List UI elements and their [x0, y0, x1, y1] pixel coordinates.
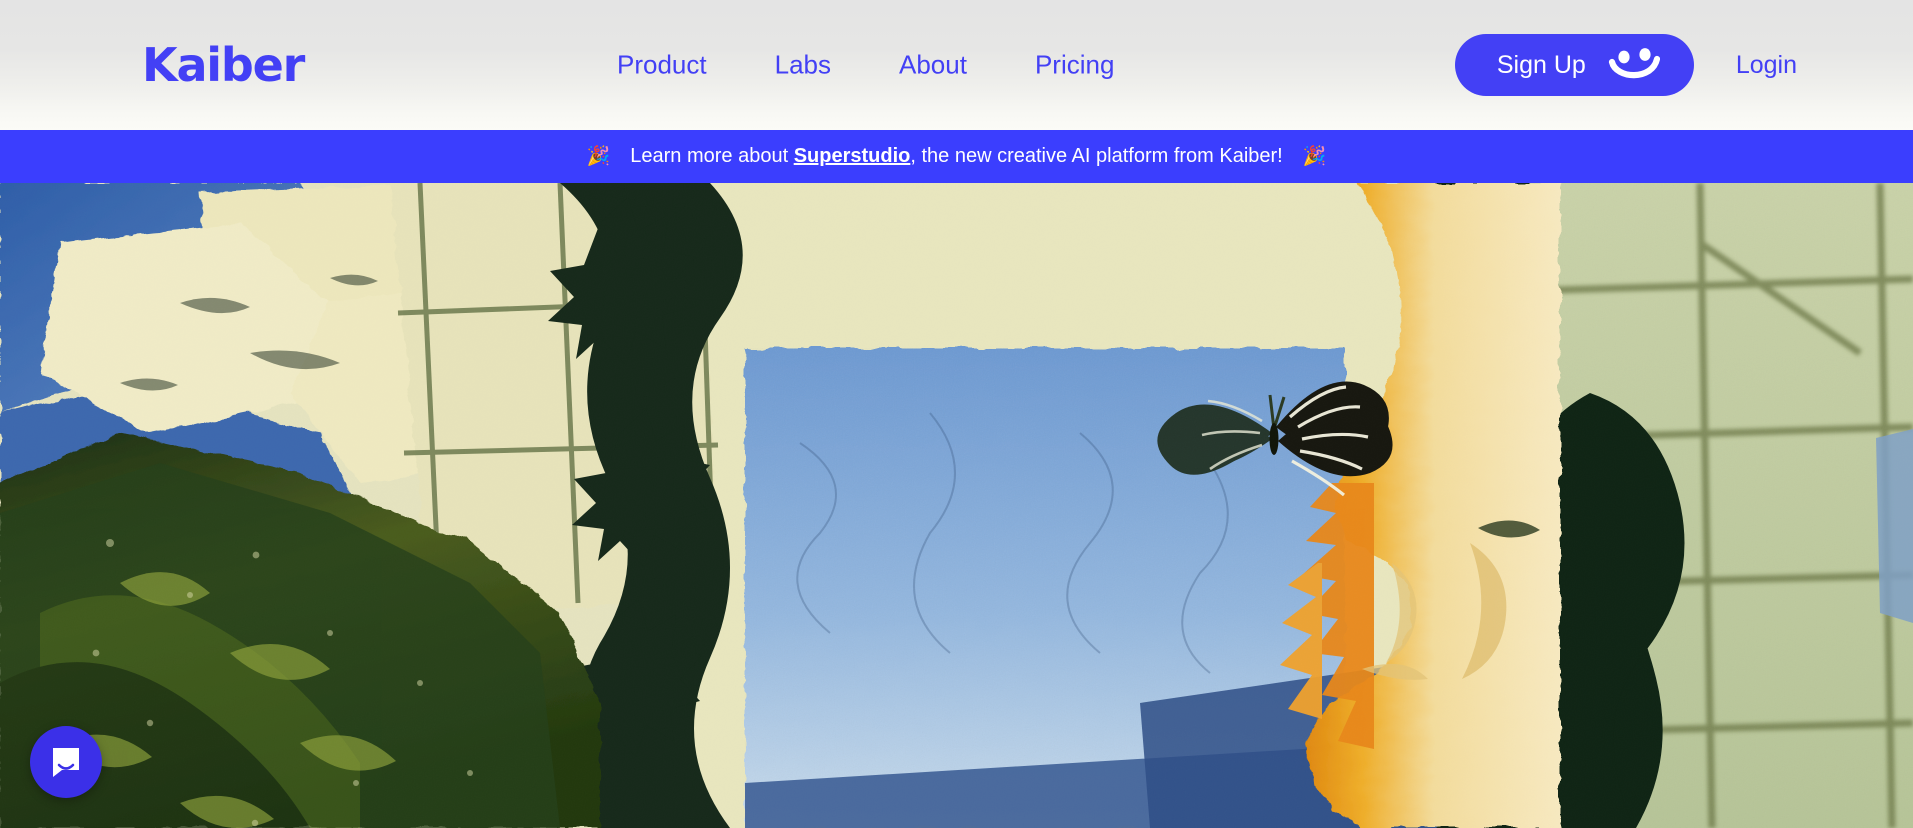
- site-header: Kaiber Product Labs About Pricing Sign U…: [0, 0, 1913, 130]
- sign-up-button[interactable]: Sign Up: [1454, 34, 1694, 96]
- superstudio-link[interactable]: Superstudio: [794, 145, 911, 167]
- party-popper-icon-right: 🎉: [1302, 146, 1327, 167]
- sign-up-button-label: Sign Up: [1496, 50, 1586, 79]
- banner-text-after: , the new creative AI platform from Kaib…: [910, 145, 1283, 167]
- banner-text-before: Learn more about: [630, 145, 794, 167]
- hero-artwork-svg: [0, 183, 1913, 828]
- announcement-banner[interactable]: 🎉 Learn more about Superstudio, the new …: [0, 130, 1913, 183]
- primary-navigation: Product Labs About Pricing: [583, 50, 1148, 81]
- hero-artwork: [0, 183, 1913, 828]
- nav-link-labs[interactable]: Labs: [741, 50, 865, 81]
- login-link[interactable]: Login: [1736, 51, 1797, 80]
- nav-link-pricing[interactable]: Pricing: [1001, 50, 1148, 81]
- intercom-messenger-launcher[interactable]: [30, 726, 102, 798]
- kaiber-logo[interactable]: Kaiber: [142, 42, 305, 88]
- nav-link-product[interactable]: Product: [583, 50, 741, 81]
- nav-link-about[interactable]: About: [865, 50, 1001, 81]
- chat-bubble-icon: [48, 744, 84, 780]
- announcement-banner-text: Learn more about Superstudio, the new cr…: [630, 145, 1283, 168]
- party-popper-icon-left: 🎉: [586, 146, 611, 167]
- page-root: Kaiber Product Labs About Pricing Sign U…: [0, 0, 1913, 828]
- header-auth-actions: Sign Up Login: [1454, 34, 1797, 96]
- smiley-face-icon: [1608, 48, 1660, 82]
